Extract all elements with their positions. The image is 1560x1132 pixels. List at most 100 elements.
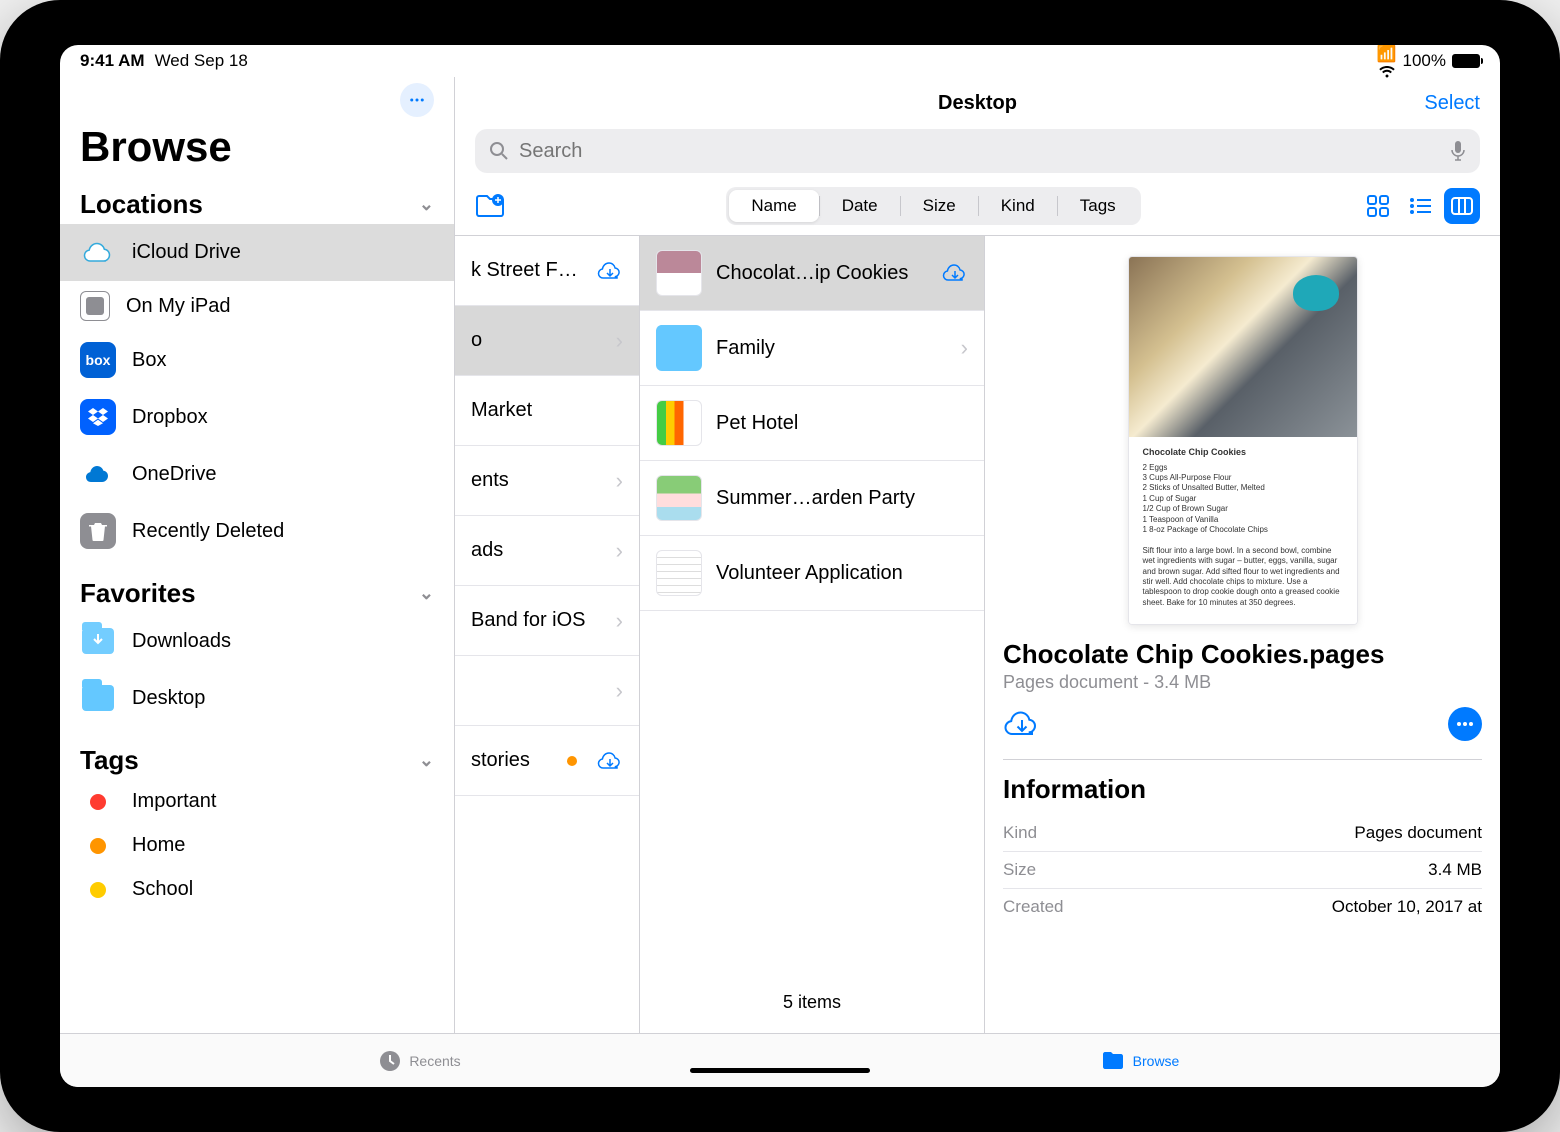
document-thumbnail	[656, 400, 702, 446]
locations-header[interactable]: Locations ⌄	[60, 185, 454, 224]
select-button[interactable]: Select	[1424, 92, 1480, 115]
chevron-right-icon: ›	[616, 538, 623, 564]
favorite-downloads[interactable]: Downloads	[60, 613, 454, 670]
tag-color-icon	[90, 794, 106, 810]
info-row-size: Size3.4 MB	[1003, 852, 1482, 889]
file-summer-garden-party[interactable]: Summer…arden Party	[640, 461, 984, 536]
file-row[interactable]: Band for iOS›	[455, 586, 639, 656]
chevron-right-icon: ›	[961, 335, 968, 361]
favorites-header[interactable]: Favorites ⌄	[60, 574, 454, 613]
sidebar-title: Browse	[60, 117, 454, 185]
file-row[interactable]: o›	[455, 306, 639, 376]
chevron-right-icon: ›	[616, 608, 623, 634]
trash-icon	[80, 513, 116, 549]
battery-icon	[1452, 54, 1480, 68]
document-thumbnail	[656, 550, 702, 596]
column-2: Chocolat…ip Cookies Family › Pet Hotel S…	[640, 236, 985, 1033]
document-thumbnail	[656, 250, 702, 296]
column-1: k Street Food o› Market ents› ads› Band …	[455, 236, 640, 1033]
favorite-desktop[interactable]: Desktop	[60, 670, 454, 727]
status-bar: 9:41 AM Wed Sep 18 100%	[60, 45, 1500, 77]
view-grid-button[interactable]	[1360, 188, 1396, 224]
tab-recents[interactable]: Recents	[60, 1034, 780, 1087]
sort-segmented-control: Name Date Size Kind Tags	[726, 187, 1140, 225]
preview-subtitle: Pages document - 3.4 MB	[1003, 672, 1482, 693]
sidebar-more-button[interactable]	[400, 83, 434, 117]
file-volunteer-application[interactable]: Volunteer Application	[640, 536, 984, 611]
cloud-icon	[80, 234, 116, 270]
sort-date[interactable]: Date	[820, 190, 900, 222]
ipad-icon	[80, 291, 110, 321]
location-on-my-ipad[interactable]: On My iPad	[60, 281, 454, 332]
dropbox-icon	[80, 399, 116, 435]
view-columns-button[interactable]	[1444, 188, 1480, 224]
chevron-right-icon: ›	[616, 328, 623, 354]
file-row[interactable]: k Street Food	[455, 236, 639, 306]
sort-tags[interactable]: Tags	[1058, 190, 1138, 222]
home-indicator[interactable]	[690, 1068, 870, 1073]
cloud-download-icon[interactable]	[597, 750, 623, 772]
preview-more-button[interactable]	[1448, 707, 1482, 741]
dictation-icon[interactable]	[1450, 140, 1466, 162]
tag-home[interactable]: Home	[60, 824, 454, 868]
location-onedrive[interactable]: OneDrive	[60, 446, 454, 503]
browse-sidebar: Browse Locations ⌄ iCloud Drive On My iP…	[60, 77, 455, 1033]
chevron-down-icon: ⌄	[419, 583, 434, 604]
status-date: Wed Sep 18	[155, 51, 248, 71]
column-item-count: 5 items	[640, 972, 984, 1033]
file-row[interactable]: stories	[455, 726, 639, 796]
file-family[interactable]: Family ›	[640, 311, 984, 386]
sort-size[interactable]: Size	[901, 190, 978, 222]
file-chocolate-chip-cookies[interactable]: Chocolat…ip Cookies	[640, 236, 984, 311]
file-row[interactable]	[455, 796, 639, 866]
preview-thumbnail[interactable]: Chocolate Chip Cookies 2 Eggs 3 Cups All…	[1128, 256, 1358, 625]
tag-school[interactable]: School	[60, 868, 454, 912]
information-header: Information	[1003, 774, 1482, 805]
preview-pane: Chocolate Chip Cookies 2 Eggs 3 Cups All…	[985, 236, 1500, 1033]
status-time: 9:41 AM	[80, 51, 145, 71]
info-row-created: CreatedOctober 10, 2017 at	[1003, 889, 1482, 925]
location-dropbox[interactable]: Dropbox	[60, 389, 454, 446]
folder-icon	[80, 680, 116, 716]
view-list-button[interactable]	[1402, 188, 1438, 224]
search-icon	[489, 141, 509, 161]
tag-color-icon	[90, 882, 106, 898]
file-row[interactable]: ents›	[455, 446, 639, 516]
chevron-right-icon: ›	[616, 678, 623, 704]
location-recently-deleted[interactable]: Recently Deleted	[60, 503, 454, 560]
chevron-down-icon: ⌄	[419, 750, 434, 771]
document-thumbnail	[656, 475, 702, 521]
tag-important[interactable]: Important	[60, 780, 454, 824]
location-icloud-drive[interactable]: iCloud Drive	[60, 224, 454, 281]
sort-name[interactable]: Name	[729, 190, 818, 222]
search-input[interactable]	[519, 140, 1440, 163]
search-field[interactable]	[475, 129, 1480, 173]
box-icon: box	[80, 342, 116, 378]
new-folder-button[interactable]	[475, 194, 507, 218]
folder-icon	[656, 325, 702, 371]
onedrive-icon	[80, 456, 116, 492]
download-button[interactable]	[1003, 708, 1041, 740]
file-row[interactable]: ads›	[455, 516, 639, 586]
file-pet-hotel[interactable]: Pet Hotel	[640, 386, 984, 461]
file-row[interactable]: ›	[455, 656, 639, 726]
folder-icon	[1101, 1051, 1125, 1071]
tags-header[interactable]: Tags ⌄	[60, 741, 454, 780]
tab-bar: Recents Browse	[60, 1033, 1500, 1087]
preview-filename: Chocolate Chip Cookies.pages	[1003, 639, 1482, 670]
chevron-down-icon: ⌄	[419, 194, 434, 215]
cloud-download-icon[interactable]	[597, 260, 623, 282]
file-row[interactable]: Market	[455, 376, 639, 446]
chevron-right-icon: ›	[616, 468, 623, 494]
tab-browse[interactable]: Browse	[780, 1034, 1500, 1087]
info-row-kind: KindPages document	[1003, 815, 1482, 852]
clock-icon	[379, 1050, 401, 1072]
location-title: Desktop	[938, 92, 1017, 115]
tag-color-icon	[90, 838, 106, 854]
sort-kind[interactable]: Kind	[979, 190, 1057, 222]
tag-dot-icon	[567, 756, 577, 766]
cloud-download-icon[interactable]	[942, 262, 968, 284]
wifi-icon	[1377, 45, 1397, 78]
battery-percent: 100%	[1403, 51, 1446, 71]
location-box[interactable]: box Box	[60, 332, 454, 389]
